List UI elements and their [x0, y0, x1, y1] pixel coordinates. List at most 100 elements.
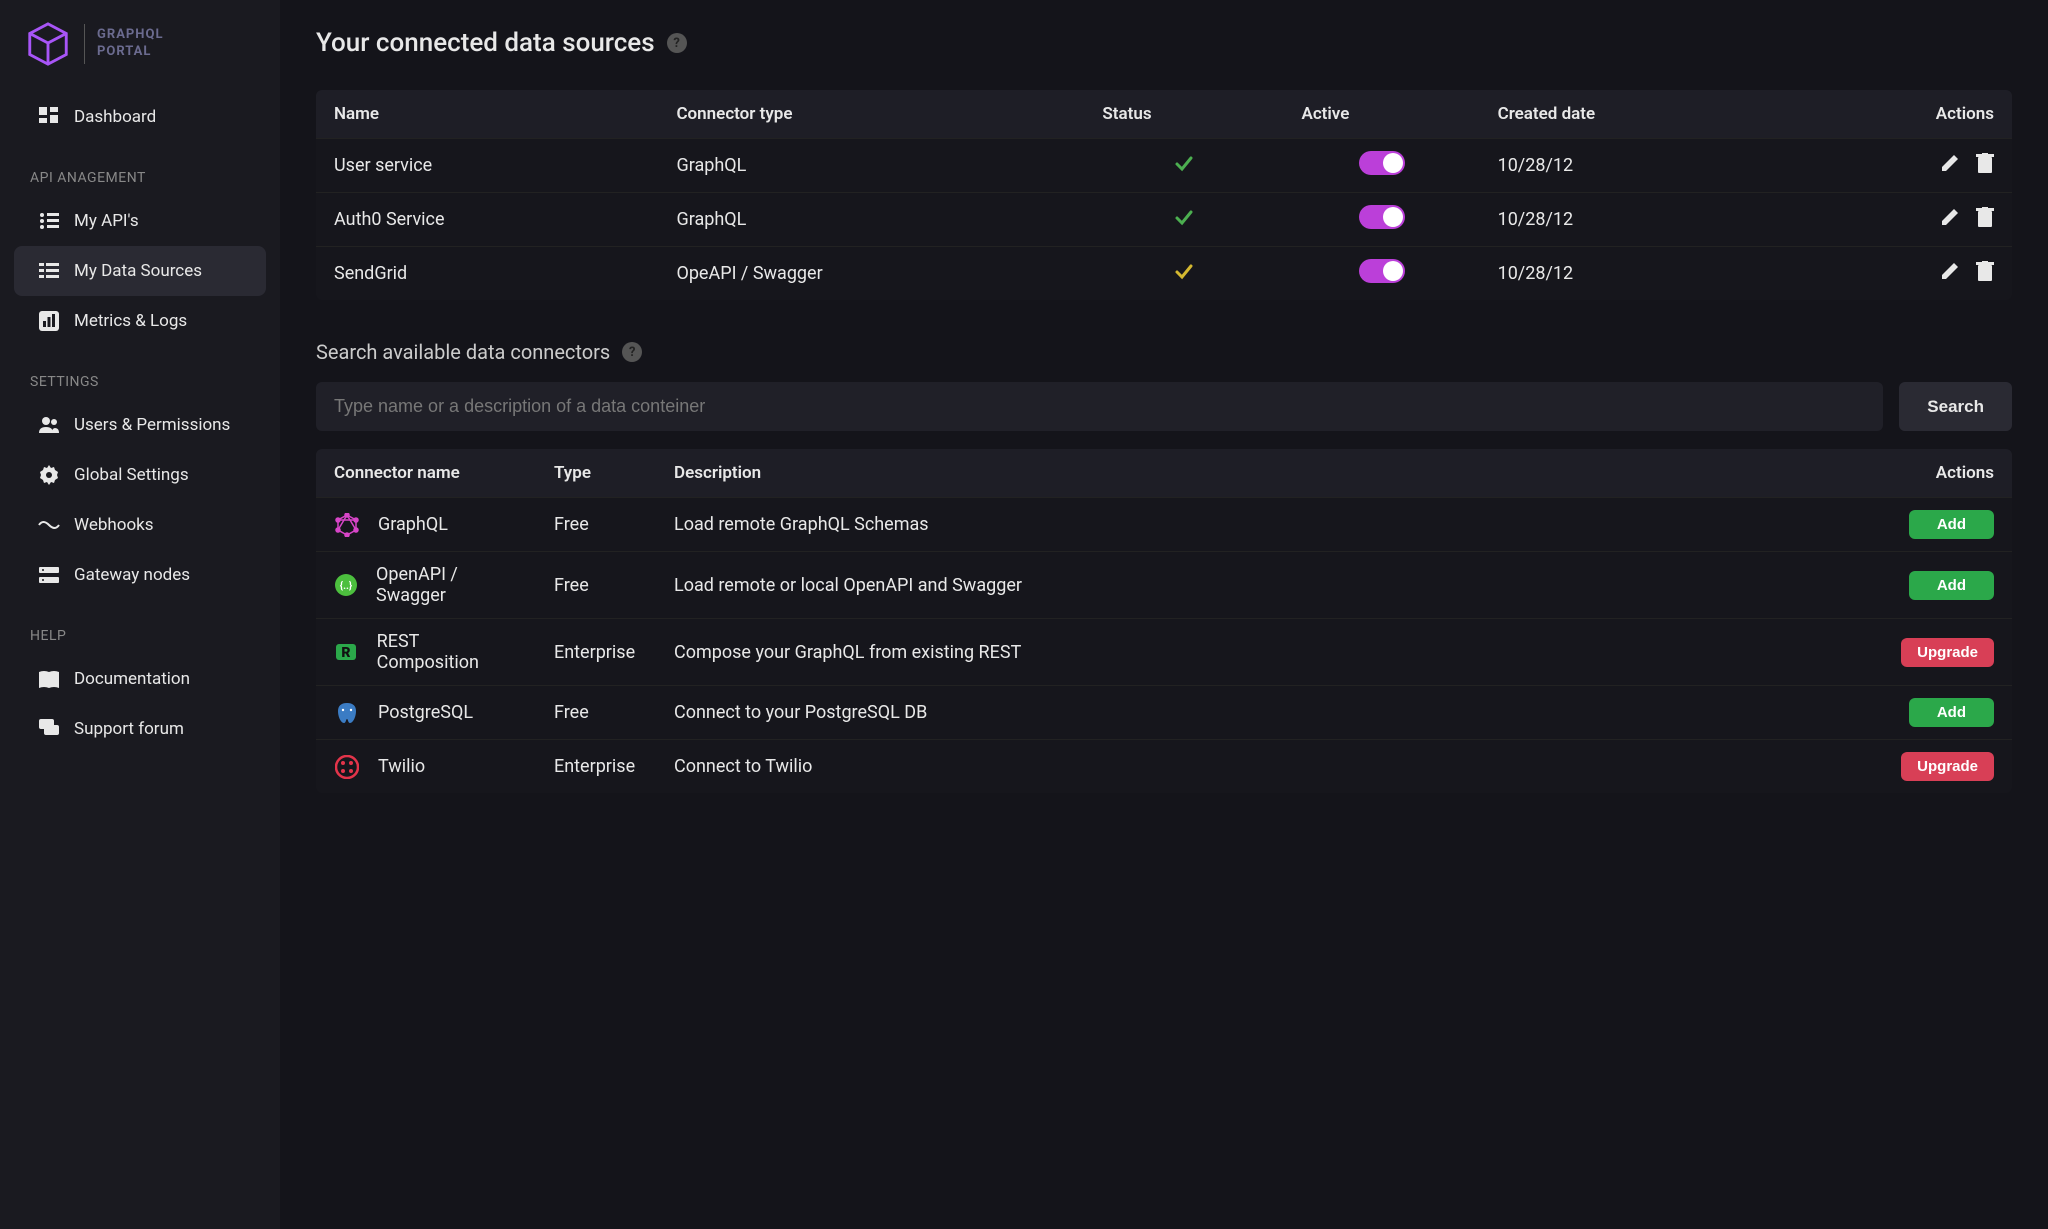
cell-connector-name: Twilio: [316, 740, 536, 794]
cell-connector-type: GraphQL: [658, 139, 1084, 193]
col-actions: Actions: [1883, 449, 2012, 498]
col-connector-type: Connector type: [658, 90, 1084, 139]
help-icon[interactable]: ?: [622, 342, 642, 362]
sidebar-item-metrics-logs[interactable]: Metrics & Logs: [14, 296, 266, 346]
cell-actions: Add: [1883, 498, 2012, 552]
cell-actions: [1792, 193, 2012, 247]
table-row: User serviceGraphQL 10/28/12: [316, 139, 2012, 193]
sidebar-item-label: Gateway nodes: [74, 565, 190, 585]
col-name: Name: [316, 90, 658, 139]
sidebar-item-dashboard[interactable]: Dashboard: [14, 92, 266, 142]
nav-section-api: API ANAGEMENT: [0, 142, 280, 196]
cell-actions: Add: [1883, 686, 2012, 740]
cell-actions: Add: [1883, 552, 2012, 619]
cell-created: 10/28/12: [1480, 247, 1792, 301]
sidebar-item-my-data-sources[interactable]: My Data Sources: [14, 246, 266, 296]
gear-icon: [38, 464, 60, 486]
cell-type: Enterprise: [536, 619, 656, 686]
cell-actions: Upgrade: [1883, 740, 2012, 794]
active-toggle[interactable]: [1359, 151, 1405, 175]
sidebar: GRAPHQL PORTAL Dashboard API ANAGEMENT M…: [0, 0, 280, 1229]
edit-icon[interactable]: [1940, 153, 1960, 178]
edit-icon[interactable]: [1940, 207, 1960, 232]
table-row: GraphQLFreeLoad remote GraphQL Schemas Ad…: [316, 498, 2012, 552]
table-row: {..}OpenAPI / SwaggerFreeLoad remote or …: [316, 552, 2012, 619]
upgrade-button[interactable]: Upgrade: [1901, 638, 1994, 667]
cell-name: User service: [316, 139, 658, 193]
sidebar-item-documentation[interactable]: Documentation: [14, 654, 266, 704]
sidebar-item-my-apis[interactable]: My API's: [14, 196, 266, 246]
table-row: TwilioEnterpriseConnect to Twilio Upgrade: [316, 740, 2012, 794]
add-button[interactable]: Add: [1909, 571, 1994, 600]
cell-created: 10/28/12: [1480, 139, 1792, 193]
cell-active: [1283, 139, 1479, 193]
cell-type: Free: [536, 686, 656, 740]
webhook-icon: [38, 514, 60, 536]
book-icon: [38, 668, 60, 690]
twilio-icon: [334, 754, 360, 780]
logo-icon: [24, 20, 72, 68]
cell-connector-name: RREST Composition: [316, 619, 536, 686]
edit-icon[interactable]: [1940, 261, 1960, 286]
sidebar-item-users-permissions[interactable]: Users & Permissions: [14, 400, 266, 450]
logo: GRAPHQL PORTAL: [0, 20, 280, 92]
cell-description: Load remote or local OpenAPI and Swagger: [656, 552, 1883, 619]
delete-icon[interactable]: [1976, 153, 1994, 178]
main-content: Your connected data sources ? Name Conne…: [280, 0, 2048, 1229]
sidebar-item-support-forum[interactable]: Support forum: [14, 704, 266, 754]
search-button[interactable]: Search: [1899, 382, 2012, 431]
svg-text:R: R: [342, 645, 351, 661]
nodes-icon: [38, 564, 60, 586]
cell-active: [1283, 247, 1479, 301]
cell-status: [1084, 193, 1283, 247]
col-description: Description: [656, 449, 1883, 498]
connected-sources-table: Name Connector type Status Active Create…: [316, 90, 2012, 300]
cell-connector-type: GraphQL: [658, 193, 1084, 247]
sidebar-item-label: My Data Sources: [74, 261, 202, 281]
openapi-icon: {..}: [334, 572, 358, 598]
cell-name: SendGrid: [316, 247, 658, 301]
check-icon: [1173, 212, 1195, 233]
users-icon: [38, 414, 60, 436]
cell-description: Connect to Twilio: [656, 740, 1883, 794]
upgrade-button[interactable]: Upgrade: [1901, 752, 1994, 781]
sidebar-item-label: Support forum: [74, 719, 184, 739]
sidebar-item-global-settings[interactable]: Global Settings: [14, 450, 266, 500]
sidebar-item-webhooks[interactable]: Webhooks: [14, 500, 266, 550]
cell-type: Enterprise: [536, 740, 656, 794]
active-toggle[interactable]: [1359, 259, 1405, 283]
brand-text: GRAPHQL PORTAL: [97, 27, 163, 61]
cell-status: [1084, 247, 1283, 301]
active-toggle[interactable]: [1359, 205, 1405, 229]
delete-icon[interactable]: [1976, 261, 1994, 286]
help-icon[interactable]: ?: [667, 33, 687, 53]
nav-section-settings: SETTINGS: [0, 346, 280, 400]
add-button[interactable]: Add: [1909, 698, 1994, 727]
col-active: Active: [1283, 90, 1479, 139]
search-row: Search: [316, 382, 2012, 431]
search-input[interactable]: [316, 382, 1883, 431]
col-actions: Actions: [1792, 90, 2012, 139]
cell-actions: [1792, 247, 2012, 301]
cell-connector-name: GraphQL: [316, 498, 536, 552]
svg-text:{..}: {..}: [340, 580, 353, 592]
cell-type: Free: [536, 498, 656, 552]
cell-active: [1283, 193, 1479, 247]
postgres-icon: [334, 700, 360, 726]
cell-description: Load remote GraphQL Schemas: [656, 498, 1883, 552]
sidebar-item-label: Global Settings: [74, 465, 189, 485]
cell-status: [1084, 139, 1283, 193]
cell-connector-name: {..}OpenAPI / Swagger: [316, 552, 536, 619]
nav-section-help: HELP: [0, 600, 280, 654]
data-sources-icon: [38, 260, 60, 282]
table-row: SendGridOpeAPI / Swagger10/28/12: [316, 247, 2012, 301]
table-row: Auth0 ServiceGraphQL10/28/12: [316, 193, 2012, 247]
add-button[interactable]: Add: [1909, 510, 1994, 539]
table-row: PostgreSQLFreeConnect to your PostgreSQL…: [316, 686, 2012, 740]
cell-actions: Upgrade: [1883, 619, 2012, 686]
search-section-title: Search available data connectors ?: [316, 340, 2012, 364]
sidebar-item-gateway-nodes[interactable]: Gateway nodes: [14, 550, 266, 600]
chart-icon: [38, 310, 60, 332]
delete-icon[interactable]: [1976, 207, 1994, 232]
col-type: Type: [536, 449, 656, 498]
